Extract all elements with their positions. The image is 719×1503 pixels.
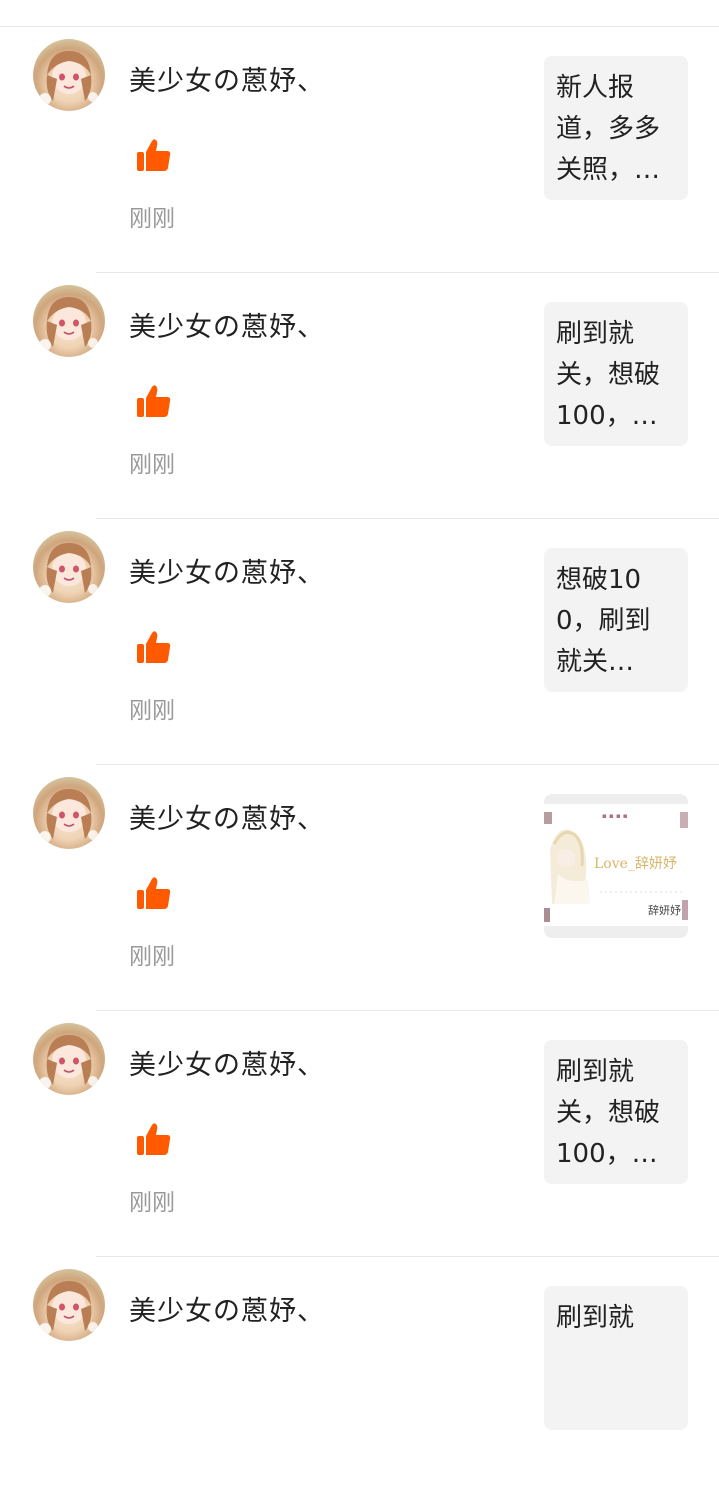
avatar[interactable] bbox=[33, 285, 105, 357]
list-item[interactable]: 美少女の蒽妤、 刚刚 新人报道，多多关照，… bbox=[0, 27, 719, 273]
username[interactable]: 美少女の蒽妤、 bbox=[129, 1043, 325, 1082]
thumbs-up-icon bbox=[134, 873, 174, 913]
timestamp: 刚刚 bbox=[129, 1190, 175, 1216]
post-preview[interactable]: 想破100，刷到就关… bbox=[544, 548, 688, 692]
post-preview[interactable]: 刷到就关，想破100，… bbox=[544, 1040, 688, 1184]
username[interactable]: 美少女の蒽妤、 bbox=[129, 797, 325, 836]
preview-text: 新人报道，多多关照，… bbox=[556, 73, 661, 185]
preview-text: 刷到就关，想破100，… bbox=[556, 1057, 661, 1169]
post-image-preview[interactable]: Love_辞妍妤 辞妍妤 ▪ ▪ ▪ ▪ bbox=[544, 794, 688, 938]
timestamp: 刚刚 bbox=[129, 944, 175, 970]
post-preview[interactable]: 刷到就关，想破100，… bbox=[544, 302, 688, 446]
image-script-text: Love_辞妍妤 bbox=[594, 856, 677, 872]
list-item[interactable]: 美少女の蒽妤、 刷到就 bbox=[0, 1257, 719, 1503]
avatar[interactable] bbox=[33, 1269, 105, 1341]
post-preview[interactable]: 新人报道，多多关照，… bbox=[544, 56, 688, 200]
post-preview[interactable]: 刷到就 bbox=[544, 1286, 688, 1430]
list-item[interactable]: 美少女の蒽妤、 刚刚 刷到就关，想破100，… bbox=[0, 273, 719, 519]
timestamp: 刚刚 bbox=[129, 698, 175, 724]
thumbs-up-icon bbox=[134, 627, 174, 667]
svg-text:▪ ▪ ▪ ▪: ▪ ▪ ▪ ▪ bbox=[602, 812, 628, 820]
thumbs-up-icon bbox=[134, 1119, 174, 1159]
timestamp: 刚刚 bbox=[129, 206, 175, 232]
list-item[interactable]: 美少女の蒽妤、 刚刚 想破100，刷到就关… bbox=[0, 519, 719, 765]
preview-text: 刷到就 bbox=[556, 1303, 635, 1333]
thumbs-up-icon bbox=[134, 135, 174, 175]
thumbs-up-icon bbox=[134, 381, 174, 421]
avatar[interactable] bbox=[33, 1023, 105, 1095]
username[interactable]: 美少女の蒽妤、 bbox=[129, 305, 325, 344]
preview-text: 想破100，刷到就关… bbox=[556, 565, 651, 677]
username[interactable]: 美少女の蒽妤、 bbox=[129, 59, 325, 98]
avatar[interactable] bbox=[33, 531, 105, 603]
timestamp: 刚刚 bbox=[129, 452, 175, 478]
avatar[interactable] bbox=[33, 39, 105, 111]
notification-list: 美少女の蒽妤、 刚刚 新人报道，多多关照，… 美少女の蒽妤、 刚刚 刷到就关，想… bbox=[0, 27, 719, 1503]
username[interactable]: 美少女の蒽妤、 bbox=[129, 1289, 325, 1328]
list-item[interactable]: 美少女の蒽妤、 刚刚 Love_辞妍妤 辞妍妤 ▪ ▪ ▪ ▪ bbox=[0, 765, 719, 1011]
post-thumbnail: Love_辞妍妤 辞妍妤 ▪ ▪ ▪ ▪ bbox=[544, 804, 688, 926]
list-item[interactable]: 美少女の蒽妤、 刚刚 刷到就关，想破100，… bbox=[0, 1011, 719, 1257]
username[interactable]: 美少女の蒽妤、 bbox=[129, 551, 325, 590]
preview-text: 刷到就关，想破100，… bbox=[556, 319, 661, 431]
image-caption: 辞妍妤 bbox=[648, 903, 681, 917]
avatar[interactable] bbox=[33, 777, 105, 849]
